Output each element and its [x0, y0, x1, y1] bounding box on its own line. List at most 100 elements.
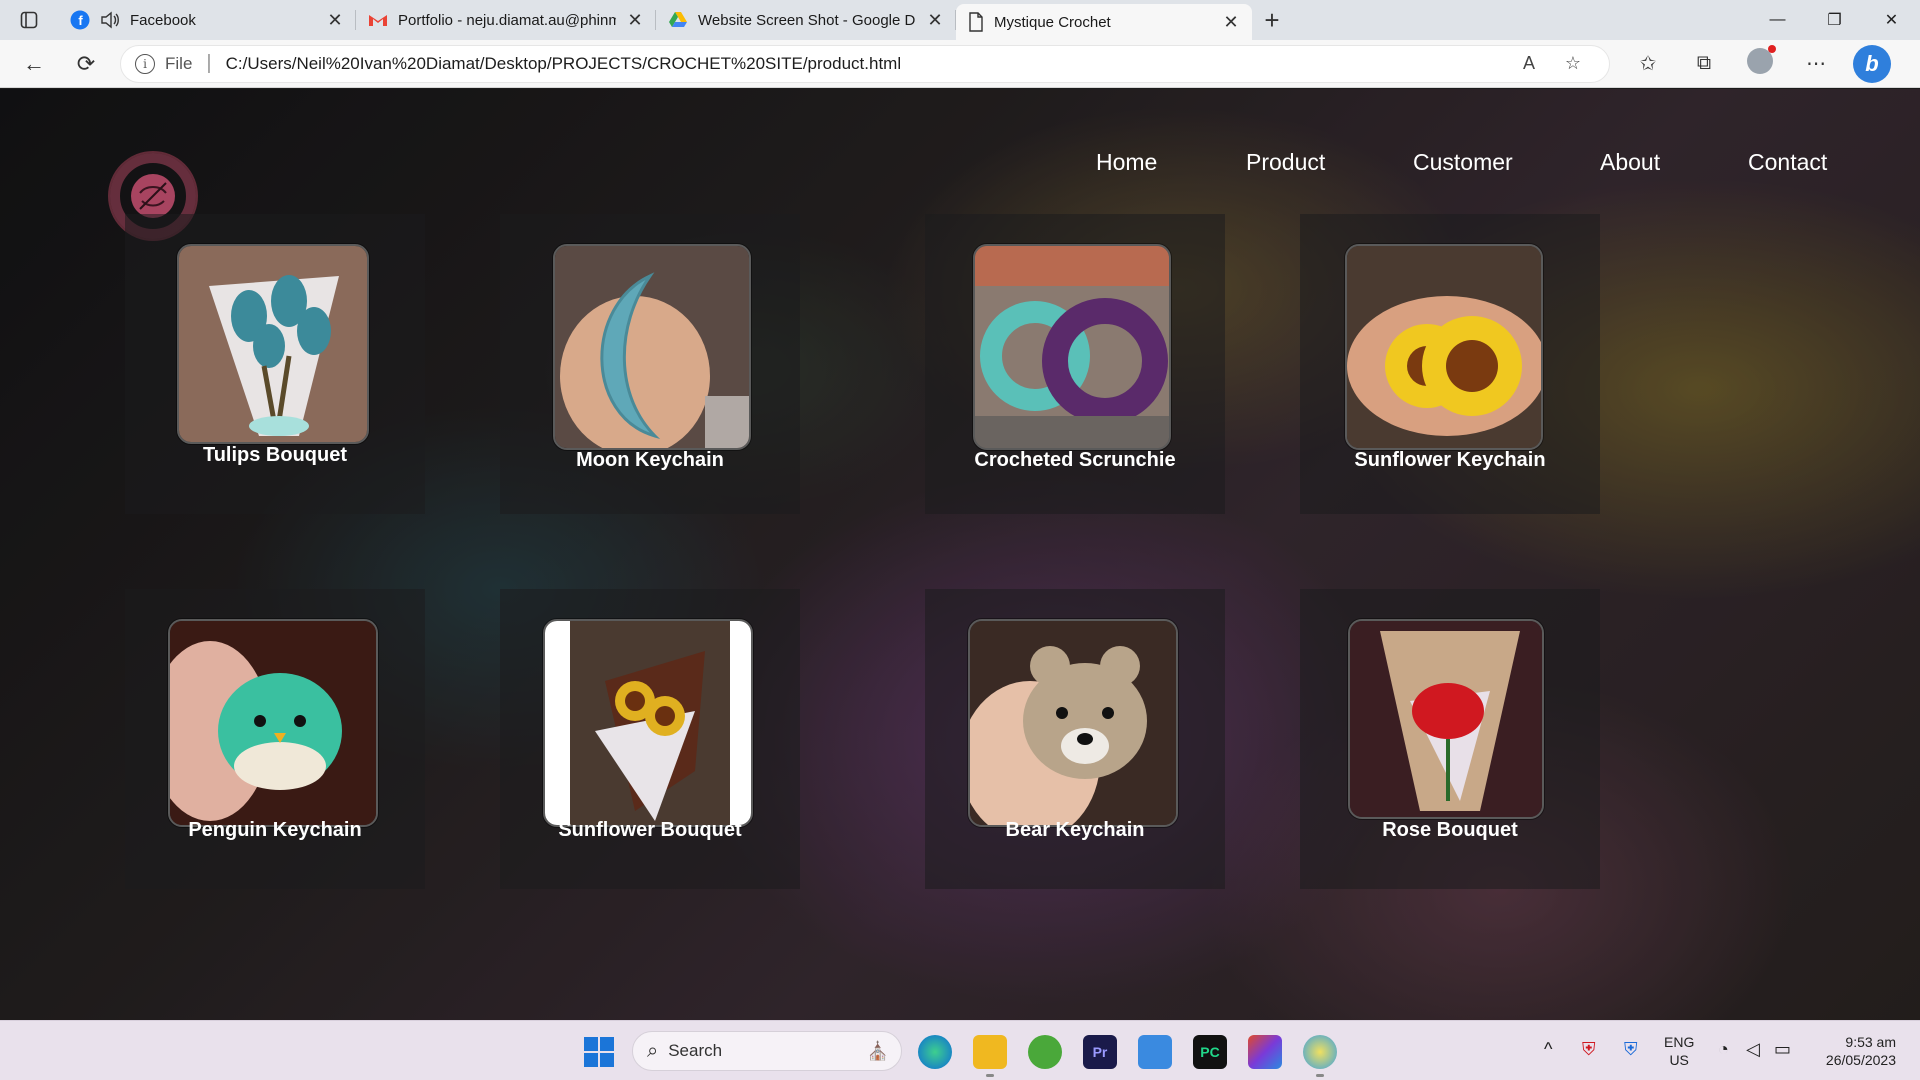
main-nav: Home Product Customer About Contact [0, 149, 1920, 189]
speaker-icon[interactable] [100, 11, 120, 29]
rose-bouquet-image [1350, 621, 1542, 817]
minimize-button[interactable]: — [1749, 0, 1806, 40]
nav-product[interactable]: Product [1246, 149, 1325, 176]
antivirus-shield-icon[interactable]: ⛨ [1582, 1039, 1596, 1060]
page-viewport: Home Product Customer About Contact Tuli… [0, 89, 1920, 1020]
restore-button[interactable]: ❐ [1806, 0, 1863, 40]
bing-icon: b [1853, 44, 1891, 83]
nav-about[interactable]: About [1600, 149, 1660, 176]
region-label: US [1669, 1052, 1689, 1068]
tab-facebook[interactable]: f Facebook ✕ [58, 0, 356, 40]
bing-button[interactable]: b [1844, 44, 1900, 83]
product-photo-bear-keychain[interactable] [968, 619, 1178, 827]
tab-close-button[interactable]: ✕ [926, 10, 944, 31]
tab-google-docs[interactable]: Website Screen Shot - Google Docs ✕ [656, 0, 956, 40]
product-name[interactable]: Sunflower Bouquet [500, 819, 800, 842]
product-photo-penguin-keychain[interactable] [168, 619, 378, 827]
notepad-icon[interactable] [1138, 1035, 1172, 1069]
utorrent-icon[interactable] [1028, 1035, 1062, 1069]
tab-close-button[interactable]: ✕ [626, 10, 644, 31]
bear-keychain-image [970, 621, 1176, 825]
taskbar-search[interactable]: ⌕ Search ⛪ [632, 1031, 902, 1071]
product-card[interactable]: Crocheted Scrunchie [925, 214, 1225, 514]
svg-text:f: f [78, 13, 83, 28]
edge-icon[interactable] [918, 1035, 952, 1069]
google-drive-icon [669, 12, 687, 27]
url-text[interactable]: C:/Users/Neil%20Ivan%20Diamat/Desktop/PR… [226, 54, 1507, 74]
product-name[interactable]: Moon Keychain [500, 449, 800, 472]
back-button[interactable]: ← [8, 44, 60, 84]
clock-time: 9:53 am [1845, 1034, 1896, 1050]
scheme-label: File [165, 53, 193, 73]
product-photo-tulips-bouquet[interactable] [177, 244, 369, 444]
browser-toolbar: ← ⟳ i File | C:/Users/Neil%20Ivan%20Diam… [0, 40, 1920, 88]
office-icon[interactable] [1248, 1035, 1282, 1069]
site-info-icon[interactable]: i [135, 53, 155, 74]
product-card[interactable]: Tulips Bouquet [125, 214, 425, 514]
product-card[interactable]: Penguin Keychain [125, 589, 425, 889]
product-card[interactable]: Sunflower Keychain [1300, 214, 1600, 514]
product-card[interactable]: Rose Bouquet [1300, 589, 1600, 889]
product-photo-sunflower-bouquet[interactable] [543, 619, 753, 827]
tab-gmail[interactable]: Portfolio - neju.diamat.au@phinma.edu.ph… [356, 0, 656, 40]
product-name[interactable]: Penguin Keychain [125, 819, 425, 842]
taskbar-clock[interactable]: 9:53 am 26/05/2023 [1826, 1033, 1896, 1069]
address-divider: | [206, 52, 212, 74]
product-card[interactable]: Sunflower Bouquet [500, 589, 800, 889]
language-label: ENG [1664, 1034, 1695, 1050]
wifi-icon[interactable]: ◔ [1718, 1039, 1729, 1060]
windows-taskbar: ⌕ Search ⛪ Pr PC ^ ⛨ ⛨ ENG US ◔ ◁ ▭ 9:53… [0, 1020, 1920, 1080]
address-bar[interactable]: i File | C:/Users/Neil%20Ivan%20Diamat/D… [120, 44, 1610, 83]
file-explorer-icon[interactable] [973, 1035, 1007, 1077]
tab-close-button[interactable]: ✕ [326, 10, 344, 31]
tab-close-button[interactable]: ✕ [1222, 12, 1240, 33]
paint-icon[interactable] [1303, 1035, 1337, 1077]
pycharm-icon[interactable]: PC [1193, 1035, 1227, 1069]
search-icon: ⌕ [647, 1039, 659, 1062]
product-name[interactable]: Bear Keychain [925, 819, 1225, 842]
product-photo-sunflower-keychain[interactable] [1345, 244, 1543, 450]
battery-icon[interactable]: ▭ [1774, 1039, 1791, 1060]
nav-customer[interactable]: Customer [1413, 149, 1513, 176]
windows-security-icon[interactable]: ⛨ [1624, 1039, 1638, 1060]
product-card[interactable]: Bear Keychain [925, 589, 1225, 889]
product-card[interactable]: Moon Keychain [500, 214, 800, 514]
window-controls: — ❐ ✕ [1749, 0, 1920, 40]
product-photo-rose-bouquet[interactable] [1348, 619, 1544, 819]
more-menu-icon[interactable]: ⋯ [1788, 51, 1844, 76]
sunflower-bouquet-image [545, 621, 751, 825]
tab-title: Mystique Crochet [994, 13, 1111, 31]
collections-icon[interactable]: ⧉ [1676, 52, 1732, 75]
add-favorite-icon[interactable]: ☆ [1551, 53, 1595, 74]
product-photo-crocheted-scrunchie[interactable] [973, 244, 1171, 450]
volume-icon[interactable]: ◁ [1746, 1039, 1760, 1060]
nav-home[interactable]: Home [1096, 149, 1157, 176]
product-name[interactable]: Crocheted Scrunchie [925, 449, 1225, 472]
moon-keychain-image [555, 246, 749, 448]
language-indicator[interactable]: ENG US [1664, 1033, 1694, 1069]
product-name[interactable]: Rose Bouquet [1300, 819, 1600, 842]
crocheted-scrunchie-image [975, 246, 1169, 448]
tab-title: Website Screen Shot - Google Docs [698, 11, 916, 29]
tab-actions-button[interactable] [0, 0, 58, 40]
start-button[interactable] [584, 1037, 614, 1067]
tray-overflow-chevron-icon[interactable]: ^ [1544, 1039, 1552, 1060]
product-name[interactable]: Sunflower Keychain [1300, 449, 1600, 472]
product-photo-moon-keychain[interactable] [553, 244, 751, 450]
avatar-icon [1747, 44, 1776, 74]
premiere-pro-icon[interactable]: Pr [1083, 1035, 1117, 1069]
reload-button[interactable]: ⟳ [60, 44, 112, 84]
close-window-button[interactable]: ✕ [1863, 0, 1920, 40]
new-tab-button[interactable]: + [1252, 0, 1292, 40]
read-aloud-icon[interactable]: A [1507, 53, 1551, 74]
product-name[interactable]: Tulips Bouquet [125, 444, 425, 467]
tab-mystique-crochet[interactable]: Mystique Crochet ✕ [956, 4, 1252, 40]
profile-button[interactable] [1732, 44, 1788, 80]
nav-contact[interactable]: Contact [1748, 149, 1827, 176]
sunflower-keychain-image [1347, 246, 1541, 448]
back-arrow-icon: ← [23, 50, 45, 76]
favorites-icon[interactable]: ✩ [1620, 51, 1676, 76]
toolbar-icons: ✩ ⧉ ⋯ b [1620, 44, 1900, 83]
search-highlight-icon: ⛪ [866, 1040, 889, 1061]
tab-title: Portfolio - neju.diamat.au@phinma.edu.ph [398, 11, 616, 29]
